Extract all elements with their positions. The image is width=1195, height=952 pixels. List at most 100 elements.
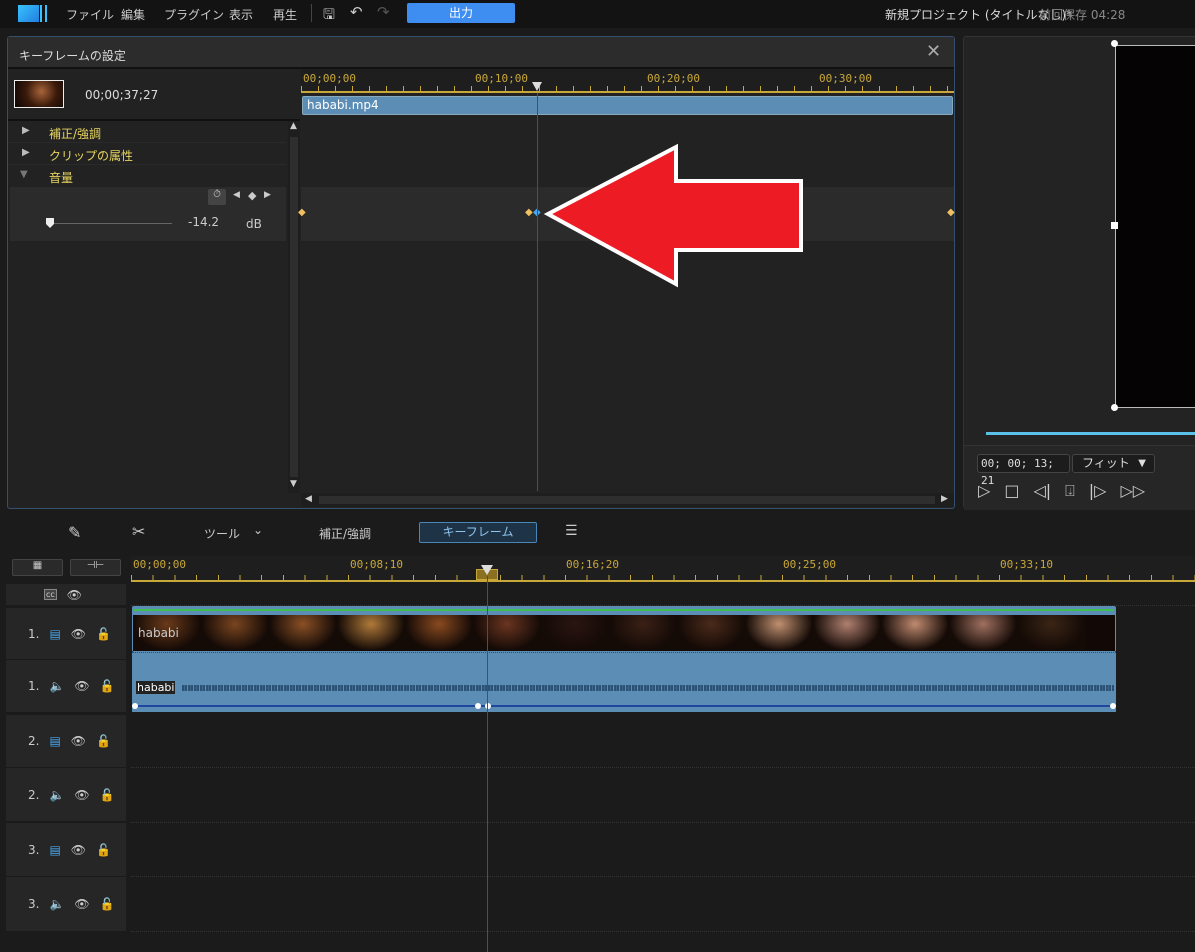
eye-icon[interactable]: 👁: [71, 734, 86, 748]
video-track-2[interactable]: [131, 713, 1195, 768]
keyframe-button[interactable]: キーフレーム: [419, 522, 537, 543]
volume-slider-thumb[interactable]: [46, 218, 54, 228]
keyframe-marker[interactable]: ◆: [947, 207, 955, 218]
thumbnail-frame: [473, 615, 541, 651]
vertical-scrollbar[interactable]: ▲ ▼: [288, 121, 300, 493]
clip-duration: 00;00;37;27: [85, 88, 159, 102]
resize-handle[interactable]: [1111, 404, 1118, 411]
chevron-down-icon[interactable]: ⌄: [253, 523, 263, 537]
pen-icon[interactable]: ✎: [68, 523, 81, 542]
preview-progress[interactable]: [986, 432, 1195, 435]
menu-plugins[interactable]: プラグイン: [164, 6, 224, 23]
redo-icon[interactable]: ↷: [377, 3, 390, 21]
volume-keyframe[interactable]: [1110, 703, 1116, 709]
fit-timeline-button[interactable]: ⊣⊢: [70, 559, 121, 576]
section-label: 音量: [49, 171, 74, 185]
lock-icon[interactable]: 🔓: [100, 679, 115, 693]
timeline-ruler[interactable]: 00;00;00 00;08;10 00;16;20 00;25;00 00;3…: [131, 556, 1195, 582]
save-icon[interactable]: 🖫: [323, 4, 335, 28]
section-volume[interactable]: ▼ 音量: [8, 165, 286, 187]
next-frame-icon[interactable]: |▷: [1089, 481, 1107, 501]
volume-keyframe[interactable]: [485, 703, 491, 709]
audio-track-2[interactable]: [131, 768, 1195, 823]
scissors-icon[interactable]: ✂: [132, 522, 145, 541]
collapse-icon: ▼: [20, 169, 28, 180]
volume-row: ⏱ ◀ ◆ ▶ -14.2 dB: [10, 187, 286, 241]
chevron-down-icon: ▼: [1138, 458, 1146, 469]
fix-enhance-button[interactable]: 補正/強調: [319, 525, 371, 542]
video-clip[interactable]: hababi: [132, 606, 1116, 652]
lock-icon[interactable]: 🔓: [100, 788, 115, 802]
video-track-3[interactable]: [131, 823, 1195, 877]
prev-keyframe-icon[interactable]: ◀: [233, 190, 240, 200]
eye-icon[interactable]: 👁: [74, 679, 89, 693]
tools-menu[interactable]: ツール: [204, 525, 240, 542]
ruler-label: 00;10;00: [475, 72, 528, 85]
scroll-down-icon[interactable]: ▼: [290, 479, 297, 489]
resize-handle[interactable]: [1111, 222, 1118, 229]
menu-file[interactable]: ファイル: [66, 6, 114, 23]
menu-edit[interactable]: 編集: [121, 6, 145, 23]
keyframe-marker[interactable]: ◆: [298, 207, 306, 218]
lock-icon[interactable]: 🔓: [96, 627, 111, 641]
volume-keyframe[interactable]: [132, 703, 138, 709]
menu-playback[interactable]: 再生: [273, 6, 297, 23]
prev-frame-icon[interactable]: ◁|: [1033, 481, 1051, 501]
volume-keyframe[interactable]: [475, 703, 481, 709]
eye-icon[interactable]: 👁: [74, 788, 89, 802]
export-button[interactable]: 出力: [407, 3, 515, 23]
lock-icon[interactable]: 🔓: [100, 897, 115, 911]
eye-icon[interactable]: 👁: [74, 897, 89, 911]
expand-icon: ▶: [22, 125, 30, 136]
playhead-line: [537, 93, 538, 491]
next-keyframe-icon[interactable]: ▶: [264, 190, 271, 200]
thumbnail-frame: [541, 615, 609, 651]
clip-thumbnail: [14, 80, 64, 108]
preview-video[interactable]: [1115, 45, 1195, 408]
keyframe-marker[interactable]: ◆: [525, 207, 533, 218]
subtitle-track-header: cc 👁: [6, 584, 126, 606]
volume-line[interactable]: [134, 705, 1114, 707]
menu-view[interactable]: 表示: [229, 6, 253, 23]
audio-track-3[interactable]: [131, 877, 1195, 932]
eye-icon[interactable]: 👁: [67, 588, 82, 602]
stopwatch-icon[interactable]: ⏱: [208, 189, 226, 205]
section-fix-enhance[interactable]: ▶ 補正/強調: [8, 121, 286, 143]
undo-icon[interactable]: ↶: [350, 3, 363, 21]
volume-value: -14.2: [188, 215, 220, 229]
subtitle-icon[interactable]: ☰: [565, 523, 578, 539]
ruler-label: 00;20;00: [647, 72, 700, 85]
keyframe-settings-panel: キーフレームの設定 ✕ 00;00;37;27 ▶ 補正/強調 ▶ クリップの属…: [7, 36, 955, 509]
thumbnail-frame: [745, 615, 813, 651]
play-icon[interactable]: ▷: [978, 481, 990, 501]
horizontal-scrollbar[interactable]: ◀ ▶: [301, 493, 954, 507]
keyframe-ruler[interactable]: 00;00;00 00;10;00 00;20;00 00;30;00: [301, 69, 954, 93]
clip-bar[interactable]: hababi.mp4: [302, 96, 953, 115]
fast-forward-icon[interactable]: ▷▷: [1120, 481, 1145, 501]
ruler-label: 00;16;20: [566, 558, 619, 571]
subtitle-track[interactable]: [131, 584, 1195, 606]
cc-icon: cc: [44, 589, 57, 600]
resize-handle[interactable]: [1111, 40, 1118, 47]
snapshot-icon[interactable]: ⍗: [1065, 481, 1075, 501]
expand-icon: ▶: [22, 147, 30, 158]
scroll-left-icon[interactable]: ◀: [305, 494, 312, 504]
add-keyframe-icon[interactable]: ◆: [248, 189, 256, 202]
timecode-field[interactable]: 00; 00; 13; 21: [977, 454, 1070, 487]
thumbnail-frame: [269, 615, 337, 651]
eye-icon[interactable]: 👁: [71, 843, 86, 857]
scroll-up-icon[interactable]: ▲: [290, 121, 297, 131]
eye-icon[interactable]: 👁: [71, 627, 86, 641]
close-icon[interactable]: ✕: [926, 41, 941, 62]
scroll-right-icon[interactable]: ▶: [941, 494, 948, 504]
thumbnail-frame: [881, 615, 949, 651]
audio-clip[interactable]: hababi: [132, 652, 1116, 712]
lock-icon[interactable]: 🔓: [96, 843, 111, 857]
stop-icon[interactable]: □: [1004, 481, 1019, 501]
lock-icon[interactable]: 🔓: [96, 734, 111, 748]
video-track-icon: ▤: [49, 842, 61, 857]
volume-slider[interactable]: [48, 223, 172, 224]
track-manager-button[interactable]: ▦: [12, 559, 63, 576]
section-clip-attributes[interactable]: ▶ クリップの属性: [8, 143, 286, 165]
zoom-select[interactable]: フィット ▼: [1072, 454, 1155, 473]
